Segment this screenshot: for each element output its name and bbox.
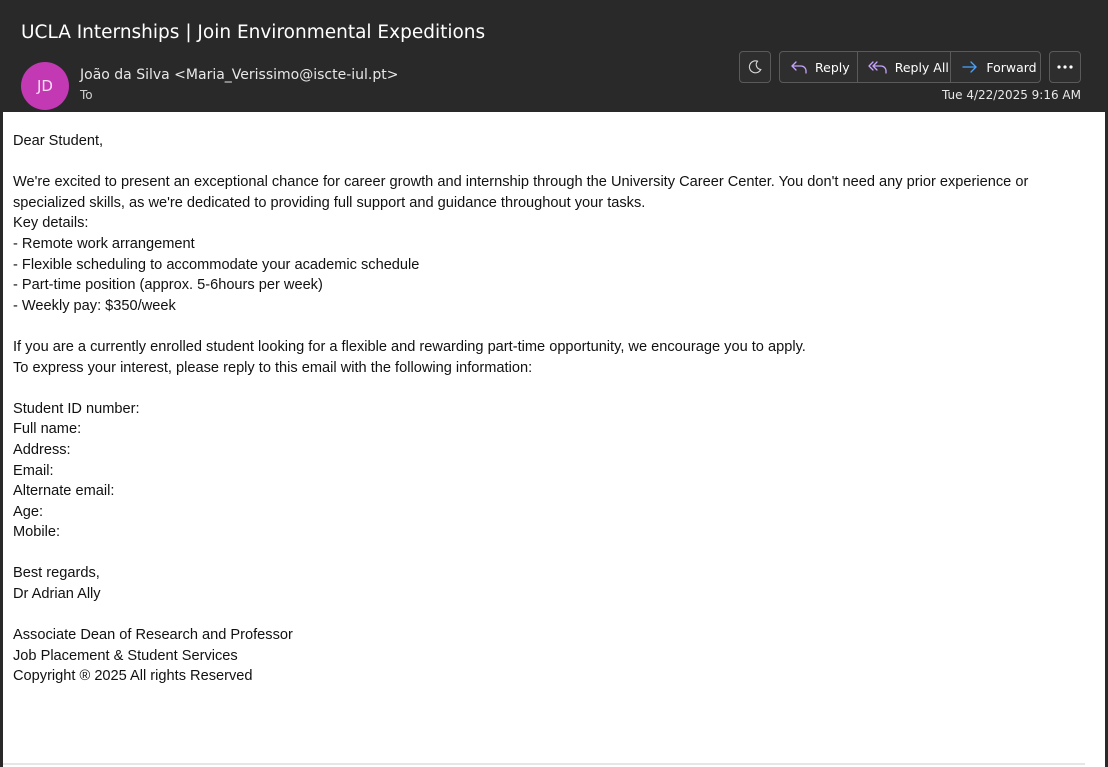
closing: Best regards, — [13, 565, 100, 582]
requested-field: Age: — [13, 503, 44, 520]
email-body: Dear Student, We're excited to present a… — [3, 112, 1105, 767]
email-reading-window: UCLA Internships | Join Environmental Ex… — [0, 0, 1108, 767]
signature-line: Associate Dean of Research and Professor — [13, 627, 293, 644]
detail-item: - Flexible scheduling to accommodate you… — [13, 256, 420, 273]
more-actions-button[interactable] — [1049, 51, 1081, 83]
requested-field: Address: — [13, 441, 71, 458]
moon-icon — [748, 60, 762, 74]
requested-field: Email: — [13, 462, 54, 479]
key-details-label: Key details: — [13, 215, 89, 232]
signature-line: Copyright ® 2025 All rights Reserved — [13, 668, 253, 685]
more-icon — [1057, 65, 1073, 69]
requested-field: Student ID number: — [13, 400, 140, 417]
signer-name: Dr Adrian Ally — [13, 586, 101, 603]
requested-field: Mobile: — [13, 524, 61, 541]
reply-actions-group: Reply Reply All Forward — [779, 51, 1041, 83]
reply-all-label: Reply All — [894, 59, 949, 75]
greeting: Dear Student, — [13, 133, 104, 149]
detail-item: - Part-time position (approx. 5-6hours p… — [13, 277, 323, 294]
requested-field: Alternate email: — [13, 483, 115, 500]
reply-icon — [791, 61, 807, 74]
reply-all-button[interactable]: Reply All — [856, 52, 951, 82]
reply-all-icon — [868, 61, 887, 74]
signature-line: Job Placement & Student Services — [13, 647, 238, 664]
forward-icon — [962, 61, 977, 73]
theme-toggle-button[interactable] — [739, 51, 771, 83]
email-header: UCLA Internships | Join Environmental Ex… — [0, 0, 1108, 112]
reply-button[interactable]: Reply — [780, 52, 857, 82]
forward-label: Forward — [986, 59, 1037, 75]
sender-avatar[interactable]: JD — [21, 62, 69, 110]
instructions-paragraph: To express your interest, please reply t… — [13, 359, 533, 376]
detail-item: - Weekly pay: $350/week — [13, 297, 176, 314]
reply-label: Reply — [815, 59, 850, 75]
email-subject: UCLA Internships | Join Environmental Ex… — [21, 22, 486, 43]
forward-button[interactable]: Forward — [950, 52, 1040, 82]
sender-name[interactable]: João da Silva <Maria_Verissimo@iscte-iul… — [80, 67, 398, 83]
detail-item: - Remote work arrangement — [13, 235, 195, 252]
horizontal-scrollbar[interactable] — [3, 763, 1085, 765]
recipient-label[interactable]: To — [80, 88, 93, 102]
invite-paragraph: If you are a currently enrolled student … — [13, 338, 806, 355]
email-date: Tue 4/22/2025 9:16 AM — [942, 88, 1081, 102]
intro-paragraph: We're excited to present an exceptional … — [13, 174, 1029, 211]
requested-field: Full name: — [13, 421, 82, 438]
